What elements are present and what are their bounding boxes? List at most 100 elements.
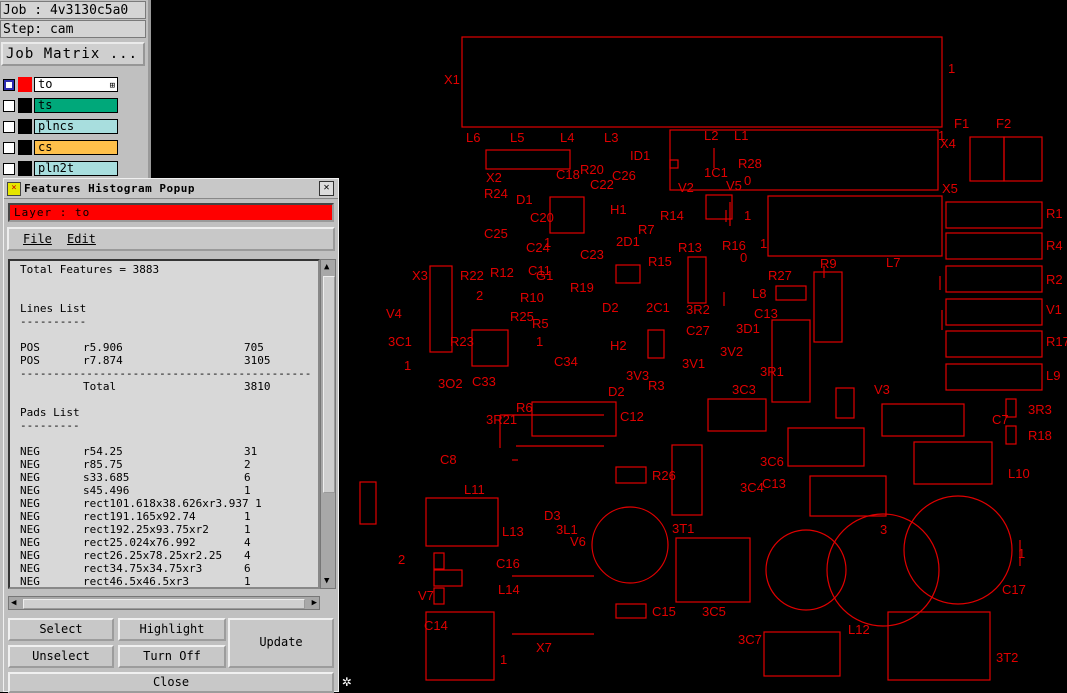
component-label: 1 bbox=[1018, 546, 1025, 561]
layer-name[interactable]: plncs bbox=[34, 119, 118, 134]
layer-row[interactable]: plncs bbox=[1, 118, 119, 136]
component-label: L9 bbox=[1046, 368, 1060, 383]
menu-edit[interactable]: Edit bbox=[67, 232, 96, 246]
histogram-text-line: --------- bbox=[20, 419, 80, 432]
layer-color-swatch[interactable] bbox=[18, 98, 32, 113]
component-label: 2 bbox=[398, 552, 405, 567]
layer-expand-icon[interactable]: ⊞ bbox=[110, 80, 115, 93]
component-label: 3 bbox=[880, 522, 887, 537]
board-outline-38 bbox=[615, 603, 647, 619]
layer-name[interactable]: cs bbox=[34, 140, 118, 155]
horizontal-scrollbar[interactable]: ◀ ▶ bbox=[8, 596, 320, 610]
component-label: 3R1 bbox=[760, 364, 784, 379]
component-label: H2 bbox=[610, 338, 627, 353]
layer-name-text: cs bbox=[38, 140, 53, 154]
count-cell: 1 bbox=[244, 510, 251, 523]
component-label: L11 bbox=[464, 482, 485, 497]
board-outline-16 bbox=[775, 285, 807, 301]
board-outline-44 bbox=[591, 506, 669, 584]
layer-row[interactable]: pln2t bbox=[1, 160, 119, 178]
layer-name[interactable]: pln2t bbox=[34, 161, 118, 176]
popup-titlebar[interactable]: × Features Histogram Popup ✕ bbox=[4, 179, 338, 199]
update-button[interactable]: Update bbox=[228, 618, 334, 668]
scroll-up-icon[interactable]: ▲ bbox=[324, 262, 329, 272]
component-label: L7 bbox=[886, 255, 900, 270]
window-menu-icon[interactable]: × bbox=[7, 182, 21, 196]
histogram-row: POS r7.874 3105 bbox=[20, 354, 310, 367]
polarity-cell: NEG bbox=[20, 536, 40, 549]
layer-color-swatch[interactable] bbox=[18, 119, 32, 134]
histogram-row: NEG r54.25 31 bbox=[20, 445, 310, 458]
component-label: R19 bbox=[570, 280, 594, 295]
close-button[interactable]: Close bbox=[8, 672, 334, 693]
component-label: X5 bbox=[942, 181, 958, 196]
layer-name-text: plncs bbox=[38, 119, 75, 133]
component-label: R10 bbox=[520, 290, 544, 305]
symbol-cell: s33.685 bbox=[83, 471, 130, 484]
component-label: 1 bbox=[948, 61, 955, 76]
histogram-text-line: ---------- bbox=[20, 315, 87, 328]
layer-name[interactable]: ts bbox=[34, 98, 118, 113]
component-label: 3C5 bbox=[702, 604, 726, 619]
pcb-board-view[interactable]: X11L6 L5 L4 L3 L2 L1 1F1 F2X2 C18 R20C22C26ID11C1… bbox=[340, 0, 1067, 692]
job-matrix-button[interactable]: Job Matrix ... bbox=[1, 42, 145, 66]
board-outline-26 bbox=[881, 403, 965, 437]
vertical-scrollbar[interactable]: ▲ ▼ bbox=[320, 259, 336, 589]
horizontal-scroll-thumb[interactable] bbox=[23, 599, 305, 609]
board-outline-25 bbox=[835, 387, 855, 419]
layer-checkbox[interactable] bbox=[3, 142, 15, 154]
histogram-text-area[interactable]: Total Features = 3883 Lines List ---------… bbox=[8, 259, 320, 589]
board-outline-5 bbox=[945, 201, 1043, 229]
scroll-left-icon[interactable]: ◀ bbox=[11, 598, 16, 608]
histogram-text-line: Pads List bbox=[20, 406, 80, 419]
unselect-button[interactable]: Unselect bbox=[8, 645, 114, 668]
scroll-down-icon[interactable]: ▼ bbox=[324, 576, 329, 586]
component-label: F2 bbox=[996, 116, 1011, 131]
board-outline-23 bbox=[531, 401, 617, 437]
vertical-scroll-thumb[interactable] bbox=[323, 276, 335, 493]
layer-color-swatch[interactable] bbox=[18, 77, 32, 92]
count-cell: 3105 bbox=[244, 354, 271, 367]
component-label: C11 bbox=[528, 263, 551, 278]
layer-checkbox[interactable] bbox=[3, 121, 15, 133]
layer-row[interactable]: to ⊞ bbox=[1, 76, 119, 94]
component-label: R24 bbox=[484, 186, 508, 201]
layer-color-swatch[interactable] bbox=[18, 161, 32, 176]
layer-checkbox[interactable] bbox=[3, 163, 15, 175]
component-label: C15 bbox=[652, 604, 676, 619]
layer-row[interactable]: ts bbox=[1, 97, 119, 115]
component-label: R1 bbox=[1046, 206, 1063, 221]
board-outline-9 bbox=[945, 330, 1043, 358]
component-label: 1 bbox=[760, 236, 767, 251]
component-label: C12 bbox=[620, 409, 644, 424]
board-outline-3 bbox=[969, 136, 1005, 182]
layer-name[interactable]: to ⊞ bbox=[34, 77, 118, 92]
scroll-right-icon[interactable]: ▶ bbox=[312, 598, 317, 608]
symbol-cell: r7.874 bbox=[83, 354, 123, 367]
close-icon[interactable]: ✕ bbox=[319, 181, 334, 196]
histogram-text-line: Total Features = 3883 bbox=[20, 263, 160, 276]
component-label: L3 bbox=[604, 130, 618, 145]
component-label: L1 bbox=[734, 128, 748, 143]
component-label: C23 bbox=[580, 247, 604, 262]
highlight-button[interactable]: Highlight bbox=[118, 618, 226, 641]
component-label: 1 bbox=[744, 208, 751, 223]
component-label: R13 bbox=[678, 240, 702, 255]
component-label: R23 bbox=[450, 334, 474, 349]
layer-checkbox[interactable] bbox=[3, 100, 15, 112]
layer-checkbox[interactable] bbox=[3, 79, 15, 91]
symbol-cell: rect101.618x38.626xr3.937 1 bbox=[83, 497, 262, 510]
layer-row[interactable]: cs bbox=[1, 139, 119, 157]
component-label: 1 bbox=[536, 334, 543, 349]
component-label: R12 bbox=[490, 265, 514, 280]
count-cell: 705 bbox=[244, 341, 264, 354]
select-button[interactable]: Select bbox=[8, 618, 114, 641]
turn-off-button[interactable]: Turn Off bbox=[118, 645, 226, 668]
component-label: V6 bbox=[570, 534, 586, 549]
layer-color-swatch[interactable] bbox=[18, 140, 32, 155]
menu-file[interactable]: File bbox=[23, 232, 52, 246]
histogram-text-line: Lines List bbox=[20, 302, 87, 315]
component-label: 0 bbox=[740, 250, 747, 265]
component-label: 3V2 bbox=[720, 344, 743, 359]
board-outline-17 bbox=[813, 271, 843, 343]
